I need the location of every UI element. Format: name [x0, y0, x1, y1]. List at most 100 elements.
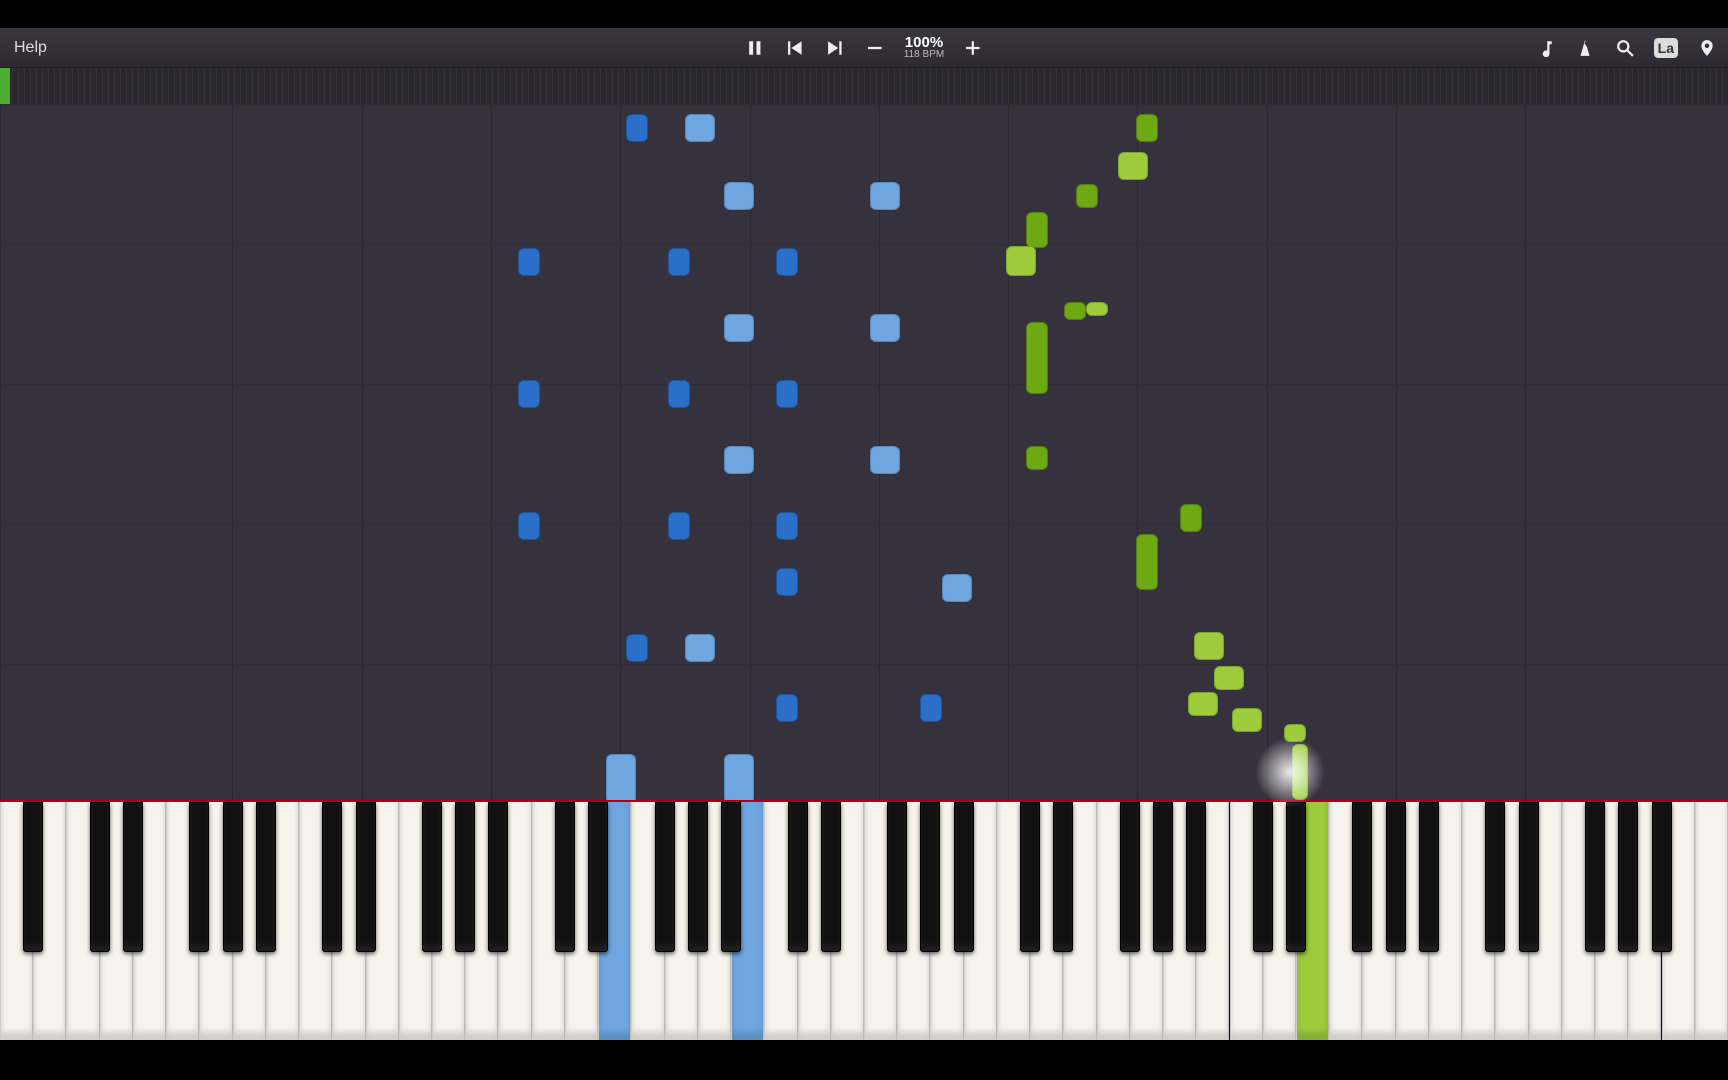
toolbar: Help 100% 118 BPM La	[0, 28, 1728, 68]
falling-note	[518, 512, 540, 540]
black-key[interactable]	[1253, 802, 1273, 952]
black-key[interactable]	[322, 802, 342, 952]
black-key[interactable]	[1386, 802, 1406, 952]
zoom-icon	[1616, 39, 1634, 57]
pause-button[interactable]	[744, 37, 766, 59]
black-key[interactable]	[455, 802, 475, 952]
black-key[interactable]	[123, 802, 143, 952]
black-key[interactable]	[1618, 802, 1638, 952]
falling-note	[776, 694, 798, 722]
black-key[interactable]	[1186, 802, 1206, 952]
note-label-button[interactable]: La	[1654, 38, 1678, 58]
speed-percent: 100%	[904, 35, 944, 50]
black-key[interactable]	[1585, 802, 1605, 952]
falling-note	[685, 114, 715, 142]
falling-note	[1118, 152, 1148, 180]
falling-note	[1214, 666, 1244, 690]
black-key[interactable]	[1053, 802, 1073, 952]
falling-note	[870, 314, 900, 342]
music-note-button[interactable]	[1534, 37, 1556, 59]
grid-hline	[0, 104, 1728, 105]
black-key[interactable]	[721, 802, 741, 952]
black-key[interactable]	[655, 802, 675, 952]
falling-note	[1026, 446, 1048, 470]
black-key[interactable]	[1020, 802, 1040, 952]
falling-note	[606, 754, 636, 800]
falling-note	[668, 380, 690, 408]
black-key[interactable]	[488, 802, 508, 952]
black-key[interactable]	[555, 802, 575, 952]
black-key[interactable]	[688, 802, 708, 952]
black-key[interactable]	[90, 802, 110, 952]
black-key[interactable]	[422, 802, 442, 952]
progress-ticks	[0, 68, 1728, 104]
prev-button[interactable]	[784, 37, 806, 59]
note-waterfall[interactable]	[0, 104, 1728, 800]
metronome-button[interactable]	[1574, 37, 1596, 59]
grid-vline	[232, 104, 233, 800]
black-key[interactable]	[23, 802, 43, 952]
black-key[interactable]	[1419, 802, 1439, 952]
black-key[interactable]	[920, 802, 940, 952]
falling-note	[1194, 632, 1224, 660]
black-key[interactable]	[1120, 802, 1140, 952]
piano-keyboard[interactable]	[0, 800, 1728, 1040]
speed-plus-button[interactable]	[962, 37, 984, 59]
falling-note	[626, 634, 648, 662]
transport-controls: 100% 118 BPM	[744, 35, 984, 60]
black-key[interactable]	[1153, 802, 1173, 952]
white-key[interactable]	[1695, 802, 1728, 1040]
falling-note	[668, 248, 690, 276]
black-key[interactable]	[1286, 802, 1306, 952]
letterbox-top	[0, 0, 1728, 28]
black-key[interactable]	[189, 802, 209, 952]
falling-note	[776, 512, 798, 540]
falling-note	[1086, 302, 1108, 316]
falling-note	[1180, 504, 1202, 532]
falling-note	[724, 446, 754, 474]
marker-button[interactable]	[1696, 37, 1718, 59]
black-key[interactable]	[588, 802, 608, 952]
black-key[interactable]	[356, 802, 376, 952]
grid-hline	[0, 244, 1728, 245]
grid-hline	[0, 664, 1728, 665]
falling-note	[685, 634, 715, 662]
menu-help[interactable]: Help	[0, 28, 61, 67]
black-key[interactable]	[954, 802, 974, 952]
falling-note	[1026, 322, 1048, 394]
falling-note	[776, 248, 798, 276]
falling-note	[518, 380, 540, 408]
pause-icon	[746, 39, 764, 57]
black-key[interactable]	[1352, 802, 1372, 952]
black-key[interactable]	[821, 802, 841, 952]
grid-vline	[1137, 104, 1138, 800]
music-note-icon	[1536, 39, 1554, 57]
black-key[interactable]	[1652, 802, 1672, 952]
speed-minus-button[interactable]	[864, 37, 886, 59]
grid-vline	[1396, 104, 1397, 800]
falling-note	[1026, 212, 1048, 248]
right-controls: La	[1534, 37, 1718, 59]
grid-vline	[362, 104, 363, 800]
falling-note	[626, 114, 648, 142]
falling-note	[942, 574, 972, 602]
falling-note	[518, 248, 540, 276]
falling-note	[1076, 184, 1098, 208]
falling-note	[920, 694, 942, 722]
next-icon	[826, 39, 844, 57]
progress-bar[interactable]	[0, 68, 1728, 104]
map-pin-icon	[1698, 39, 1716, 57]
falling-note	[724, 314, 754, 342]
zoom-button[interactable]	[1614, 37, 1636, 59]
black-key[interactable]	[223, 802, 243, 952]
black-key[interactable]	[1519, 802, 1539, 952]
falling-note	[1284, 724, 1306, 742]
black-key[interactable]	[1485, 802, 1505, 952]
progress-fill	[0, 68, 10, 104]
falling-note	[1232, 708, 1262, 732]
black-key[interactable]	[788, 802, 808, 952]
grid-vline	[1525, 104, 1526, 800]
black-key[interactable]	[887, 802, 907, 952]
black-key[interactable]	[256, 802, 276, 952]
next-button[interactable]	[824, 37, 846, 59]
